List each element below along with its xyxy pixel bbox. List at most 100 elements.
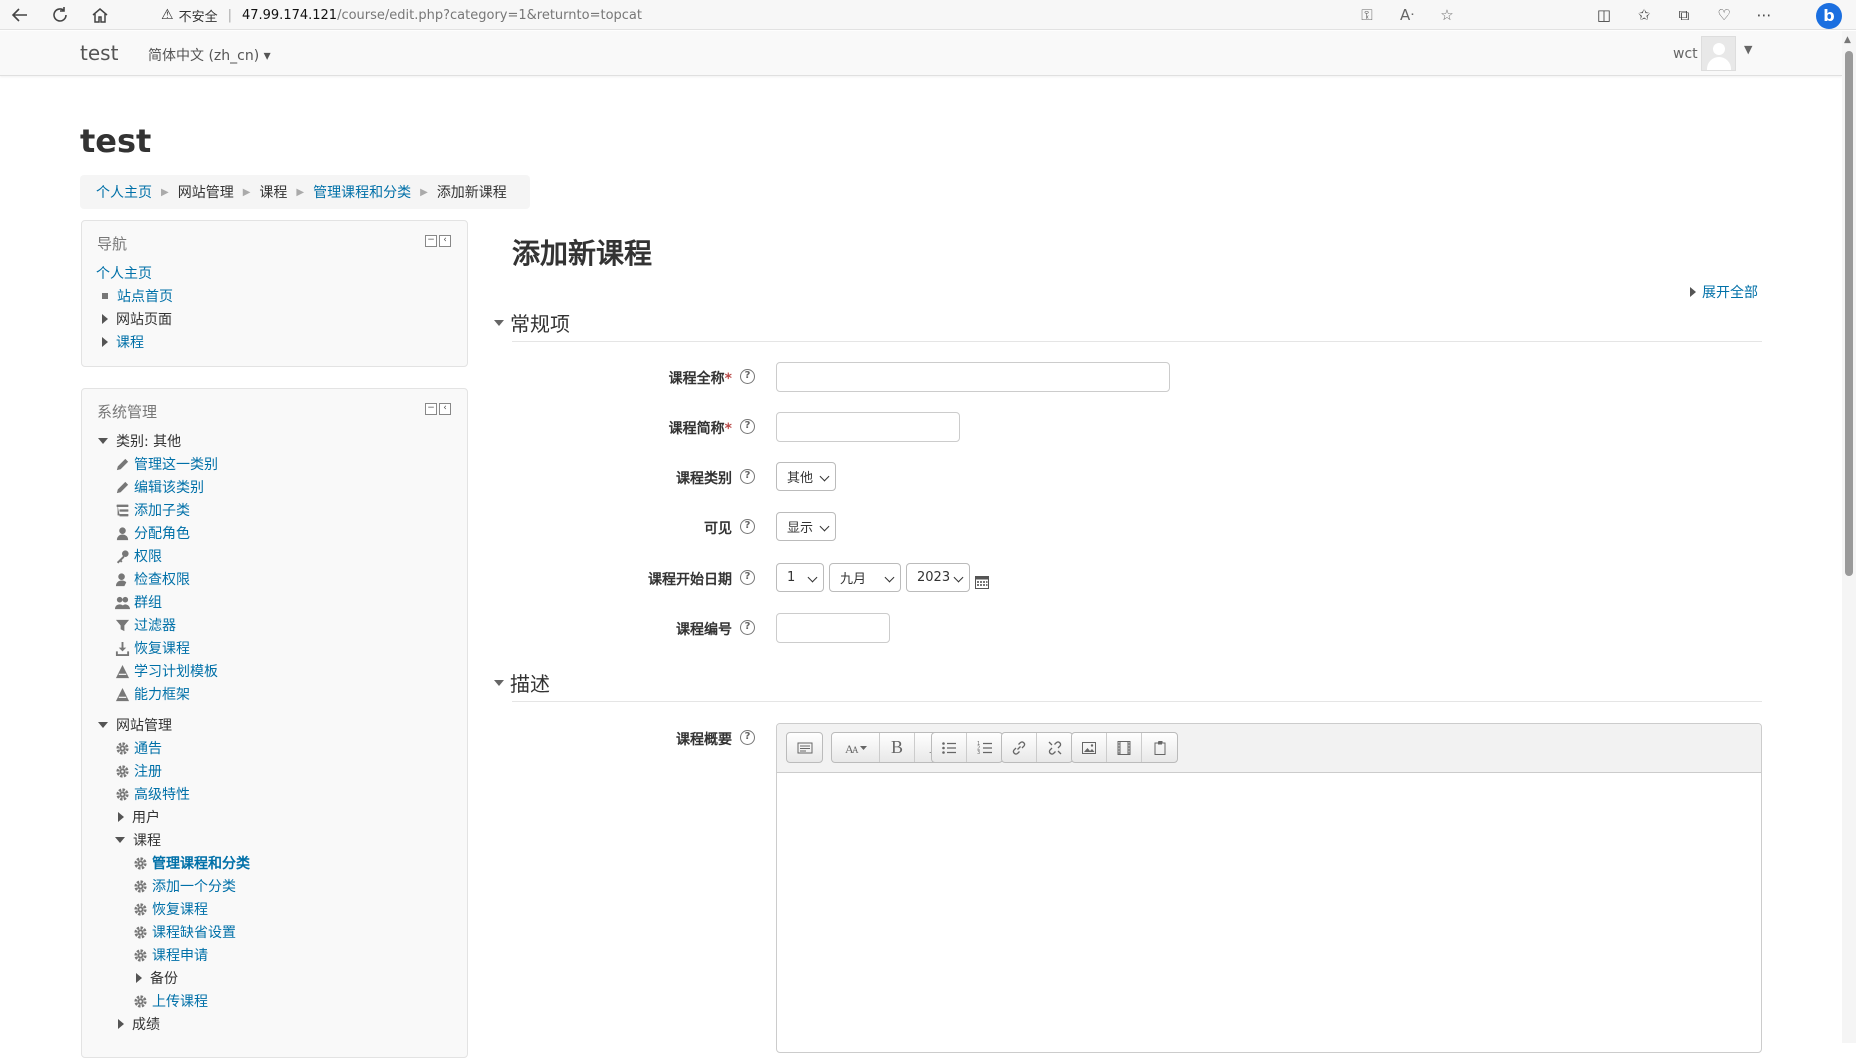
admin-item-restore-course[interactable]: 恢复课程 bbox=[114, 638, 190, 658]
admin-item-groups[interactable]: 群组 bbox=[114, 592, 162, 612]
admin-item-add-category[interactable]: 添加一个分类 bbox=[132, 876, 236, 896]
admin-item-registration[interactable]: 注册 bbox=[114, 761, 162, 781]
link-icon[interactable] bbox=[1002, 733, 1037, 762]
home-icon[interactable] bbox=[80, 0, 120, 30]
key-icon[interactable]: ⚿ bbox=[1347, 6, 1387, 24]
scroll-up-icon[interactable]: ▲ bbox=[1844, 35, 1851, 45]
admin-item-restore-course-2[interactable]: 恢复课程 bbox=[132, 899, 208, 919]
help-icon[interactable]: ? bbox=[740, 469, 755, 484]
admin-item-courses[interactable]: 课程 bbox=[115, 830, 161, 850]
dock-block-icon[interactable]: ‹ bbox=[439, 403, 451, 415]
avatar[interactable] bbox=[1701, 36, 1736, 71]
summary-label-text: 课程概要 bbox=[676, 732, 732, 748]
paragraph-style-icon[interactable]: AA bbox=[832, 733, 880, 762]
admin-item-advanced-features[interactable]: 高级特性 bbox=[114, 784, 190, 804]
category-select[interactable]: 其他 bbox=[776, 462, 836, 491]
admin-item-grades[interactable]: 成绩 bbox=[118, 1014, 160, 1034]
startdate-label-text: 课程开始日期 bbox=[648, 572, 732, 588]
file-manager-icon[interactable] bbox=[1142, 733, 1177, 762]
shortname-input[interactable] bbox=[776, 412, 960, 442]
help-icon[interactable]: ? bbox=[740, 620, 755, 635]
help-icon[interactable]: ? bbox=[740, 519, 755, 534]
image-icon[interactable] bbox=[1072, 733, 1107, 762]
more-icon[interactable]: ⋯ bbox=[1744, 6, 1784, 24]
dropdown-caret-icon bbox=[884, 572, 895, 583]
language-menu[interactable]: 简体中文 (zh_cn) ▾ bbox=[148, 45, 271, 65]
gear-icon bbox=[132, 855, 148, 871]
admin-site-admin-header[interactable]: 网站管理 bbox=[98, 715, 172, 735]
collections-icon[interactable]: ⧉ bbox=[1664, 6, 1704, 24]
start-day-select[interactable]: 1 bbox=[776, 563, 824, 592]
user-name[interactable]: wct bbox=[1673, 46, 1698, 62]
expand-arrow-icon bbox=[118, 812, 124, 822]
section-description-toggle[interactable]: 描述 bbox=[494, 668, 550, 697]
media-icon[interactable] bbox=[1107, 733, 1142, 762]
editor-content-area[interactable] bbox=[777, 774, 1761, 1052]
admin-item-upload-courses[interactable]: 上传课程 bbox=[132, 991, 208, 1011]
refresh-icon[interactable] bbox=[40, 0, 80, 30]
svg-text:A: A bbox=[852, 745, 859, 755]
admin-item-filters[interactable]: 过滤器 bbox=[114, 615, 176, 635]
address-bar[interactable]: ⚠ 不安全 | 47.99.174.121 /course/edit.php?c… bbox=[145, 2, 1467, 28]
nav-item-site-pages[interactable]: 网站页面 bbox=[102, 309, 172, 329]
fullname-input[interactable] bbox=[776, 362, 1170, 392]
idnumber-input[interactable] bbox=[776, 613, 890, 643]
page-scrollbar[interactable]: ▲ bbox=[1842, 31, 1856, 1043]
breadcrumb-manage-courses[interactable]: 管理课程和分类 bbox=[313, 182, 411, 202]
user-menu-caret-icon[interactable]: ▼ bbox=[1744, 43, 1752, 56]
admin-item-course-requests[interactable]: 课程申请 bbox=[132, 945, 208, 965]
expand-all-link[interactable]: 展开全部 bbox=[1690, 282, 1758, 302]
bold-icon[interactable]: B bbox=[880, 733, 915, 762]
scroll-thumb[interactable] bbox=[1845, 51, 1853, 576]
help-icon[interactable]: ? bbox=[740, 570, 755, 585]
collapse-block-icon[interactable]: − bbox=[425, 235, 437, 247]
admin-item-notifications[interactable]: 通告 bbox=[114, 738, 162, 758]
admin-item-label: 用户 bbox=[132, 810, 160, 826]
help-icon[interactable]: ? bbox=[740, 730, 755, 745]
start-year-select[interactable]: 2023 bbox=[906, 563, 970, 592]
visible-select[interactable]: 显示 bbox=[776, 512, 836, 541]
help-icon[interactable]: ? bbox=[740, 419, 755, 434]
favorites-icon[interactable]: ✩ bbox=[1624, 6, 1664, 24]
browser-toolbar: ⚠ 不安全 | 47.99.174.121 /course/edit.php?c… bbox=[0, 0, 1856, 30]
nav-item-site-home[interactable]: 站点首页 bbox=[100, 286, 173, 306]
toolbar-toggle-icon[interactable] bbox=[787, 733, 822, 762]
extensions-icon[interactable]: ♡ bbox=[1704, 6, 1744, 24]
calendar-icon[interactable] bbox=[975, 575, 989, 589]
bing-icon[interactable]: b bbox=[1816, 3, 1842, 29]
dock-block-icon[interactable]: ‹ bbox=[439, 235, 451, 247]
admin-item-learning-plan-templates[interactable]: 学习计划模板 bbox=[114, 661, 218, 681]
summary-editor[interactable]: AA B I 123 bbox=[776, 723, 1762, 1053]
nav-item-courses[interactable]: 课程 bbox=[102, 332, 144, 352]
breadcrumb-home[interactable]: 个人主页 bbox=[96, 182, 152, 202]
site-brand[interactable]: test bbox=[80, 41, 118, 65]
admin-item-users[interactable]: 用户 bbox=[118, 807, 160, 827]
split-screen-icon[interactable]: ◫ bbox=[1584, 6, 1624, 24]
favorite-star-icon[interactable]: ☆ bbox=[1427, 6, 1467, 24]
filter-icon bbox=[114, 617, 130, 633]
admin-item-edit-category[interactable]: 编辑该类别 bbox=[114, 477, 204, 497]
admin-item-course-defaults[interactable]: 课程缺省设置 bbox=[132, 922, 236, 942]
admin-item-check-permissions[interactable]: 检查权限 bbox=[114, 569, 190, 589]
section-general-toggle[interactable]: 常规项 bbox=[494, 308, 570, 337]
collapse-block-icon[interactable]: − bbox=[425, 403, 437, 415]
start-month-select[interactable]: 九月 bbox=[829, 563, 901, 592]
unlink-icon[interactable] bbox=[1037, 733, 1072, 762]
admin-item-manage-category[interactable]: 管理这一类别 bbox=[114, 454, 218, 474]
admin-item-permissions[interactable]: 权限 bbox=[114, 546, 162, 566]
admin-item-manage-courses-categories[interactable]: 管理课程和分类 bbox=[132, 853, 250, 873]
dropdown-caret-icon bbox=[953, 572, 964, 583]
admin-item-add-subcategory[interactable]: 添加子类 bbox=[114, 500, 190, 520]
admin-item-backups[interactable]: 备份 bbox=[136, 968, 178, 988]
idnumber-label-text: 课程编号 bbox=[676, 622, 732, 638]
nav-item-home[interactable]: 个人主页 bbox=[96, 263, 152, 283]
help-icon[interactable]: ? bbox=[740, 369, 755, 384]
admin-category-header[interactable]: 类别: 其他 bbox=[98, 431, 181, 451]
admin-item-competency-frameworks[interactable]: 能力框架 bbox=[114, 684, 190, 704]
unordered-list-icon[interactable] bbox=[932, 733, 967, 762]
ordered-list-icon[interactable]: 123 bbox=[967, 733, 1002, 762]
back-icon[interactable] bbox=[0, 0, 40, 30]
admin-item-assign-roles[interactable]: 分配角色 bbox=[114, 523, 190, 543]
nav-item-label: 课程 bbox=[116, 335, 144, 351]
read-aloud-icon[interactable]: Aᐧ bbox=[1387, 6, 1427, 24]
